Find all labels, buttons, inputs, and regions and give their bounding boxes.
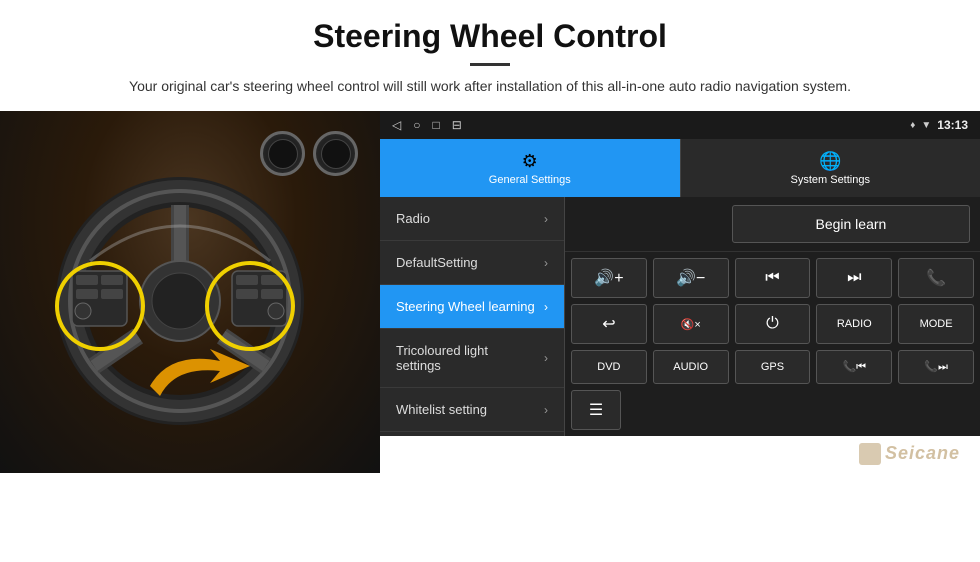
car-image-area bbox=[0, 111, 380, 473]
controls-row-4: ☰ bbox=[565, 390, 980, 436]
menu-item-radio[interactable]: Radio › bbox=[380, 197, 564, 241]
menu-item-tricoloured[interactable]: Tricoloured lightsettings › bbox=[380, 329, 564, 388]
power-button[interactable]: ⏻ bbox=[735, 304, 811, 344]
status-time: 13:13 bbox=[937, 118, 968, 132]
gauge-left bbox=[260, 131, 305, 176]
chevron-icon-tricoloured: › bbox=[544, 351, 548, 365]
menu-label-default: DefaultSetting bbox=[396, 255, 544, 270]
tab-general-label: General Settings bbox=[489, 174, 571, 186]
chevron-icon-default: › bbox=[544, 256, 548, 270]
tab-system-label: System Settings bbox=[791, 174, 870, 186]
hang-up-button[interactable]: ↩ bbox=[571, 304, 647, 344]
header-divider bbox=[470, 63, 510, 66]
call-prev-icon: 📞⏮ bbox=[842, 360, 866, 374]
chevron-icon-steering: › bbox=[544, 300, 548, 314]
controls-grid: 🔊+ 🔊− ⏮ ⏭ 📞 bbox=[565, 252, 980, 390]
recents-icon[interactable]: □ bbox=[432, 118, 439, 132]
highlight-circle-left bbox=[55, 261, 145, 351]
status-bar: ◁ ○ □ ⊟ ♦ ▼ 13:13 bbox=[380, 111, 980, 139]
begin-learn-button[interactable]: Begin learn bbox=[732, 205, 970, 243]
android-ui: ◁ ○ □ ⊟ ♦ ▼ 13:13 ⚙ General Settings bbox=[380, 111, 980, 436]
left-menu: Radio › DefaultSetting › Steering Wheel … bbox=[380, 197, 565, 436]
main-content: ◁ ○ □ ⊟ ♦ ▼ 13:13 ⚙ General Settings bbox=[0, 111, 980, 473]
audio-label: AUDIO bbox=[673, 361, 708, 373]
menu-label-tricoloured: Tricoloured lightsettings bbox=[396, 343, 544, 373]
menu-label-steering: Steering Wheel learning bbox=[396, 299, 544, 314]
steering-wheel-container bbox=[30, 171, 330, 441]
next-icon: ⏭ bbox=[847, 269, 861, 287]
screenshot-icon[interactable]: ⊟ bbox=[452, 118, 462, 132]
hang-up-icon: ↩ bbox=[602, 314, 615, 334]
next-button[interactable]: ⏭ bbox=[816, 258, 892, 298]
tab-system-settings[interactable]: 🌐 System Settings bbox=[680, 139, 980, 197]
call-icon: 📞 bbox=[926, 268, 946, 288]
controls-row-1: 🔊+ 🔊− ⏮ ⏭ 📞 bbox=[571, 258, 974, 298]
location-icon: ♦ bbox=[910, 120, 915, 131]
settings-gear-icon: ⚙ bbox=[522, 151, 538, 172]
prev-button[interactable]: ⏮ bbox=[735, 258, 811, 298]
chevron-icon-radio: › bbox=[544, 212, 548, 226]
radio-button[interactable]: RADIO bbox=[816, 304, 892, 344]
menu-label-radio: Radio bbox=[396, 211, 544, 226]
menu-item-whitelist[interactable]: Whitelist setting › bbox=[380, 388, 564, 432]
call-prev-button[interactable]: 📞⏮ bbox=[816, 350, 892, 384]
mute-icon: 🔇× bbox=[681, 318, 701, 331]
menu-item-default-setting[interactable]: DefaultSetting › bbox=[380, 241, 564, 285]
menu-label-whitelist: Whitelist setting bbox=[396, 402, 544, 417]
controls-row-2: ↩ 🔇× ⏻ RADIO MO bbox=[571, 304, 974, 344]
controls-row-3: DVD AUDIO GPS 📞⏮ bbox=[571, 350, 974, 384]
menu-item-steering-wheel[interactable]: Steering Wheel learning › bbox=[380, 285, 564, 329]
gauge-inner-right bbox=[321, 139, 351, 169]
status-bar-right: ♦ ▼ 13:13 bbox=[910, 118, 968, 132]
tab-general-settings[interactable]: ⚙ General Settings bbox=[380, 139, 680, 197]
android-ui-wrapper: ◁ ○ □ ⊟ ♦ ▼ 13:13 ⚙ General Settings bbox=[380, 111, 980, 473]
dvd-button[interactable]: DVD bbox=[571, 350, 647, 384]
radio-label: RADIO bbox=[837, 318, 872, 330]
vol-down-icon: 🔊− bbox=[676, 268, 705, 288]
menu-list-icon: ☰ bbox=[589, 400, 603, 420]
call-next-button[interactable]: 📞⏭ bbox=[898, 350, 974, 384]
prev-icon: ⏮ bbox=[765, 269, 779, 287]
right-controls: Begin learn 🔊+ 🔊− bbox=[565, 197, 980, 436]
gps-button[interactable]: GPS bbox=[735, 350, 811, 384]
main-panel: Radio › DefaultSetting › Steering Wheel … bbox=[380, 197, 980, 436]
mute-button[interactable]: 🔇× bbox=[653, 304, 729, 344]
audio-button[interactable]: AUDIO bbox=[653, 350, 729, 384]
wifi-icon: ▼ bbox=[921, 120, 931, 131]
power-icon: ⏻ bbox=[766, 315, 779, 333]
vol-up-icon: 🔊+ bbox=[594, 268, 623, 288]
chevron-icon-whitelist: › bbox=[544, 403, 548, 417]
mode-label: MODE bbox=[920, 318, 953, 330]
home-icon[interactable]: ○ bbox=[413, 118, 420, 132]
call-next-icon: 📞⏭ bbox=[924, 360, 948, 374]
back-icon[interactable]: ◁ bbox=[392, 118, 401, 132]
vol-down-button[interactable]: 🔊− bbox=[653, 258, 729, 298]
header-description: Your original car's steering wheel contr… bbox=[20, 76, 960, 97]
watermark-icon bbox=[859, 443, 881, 465]
menu-icon-button[interactable]: ☰ bbox=[571, 390, 621, 430]
vol-up-button[interactable]: 🔊+ bbox=[571, 258, 647, 298]
mode-button[interactable]: MODE bbox=[898, 304, 974, 344]
gauge-right bbox=[313, 131, 358, 176]
page-header: Steering Wheel Control Your original car… bbox=[0, 0, 980, 107]
arrow-overlay bbox=[140, 331, 260, 411]
gauge-inner-left bbox=[268, 139, 298, 169]
status-bar-left: ◁ ○ □ ⊟ bbox=[392, 118, 462, 132]
begin-learn-row: Begin learn bbox=[565, 197, 980, 252]
call-button[interactable]: 📞 bbox=[898, 258, 974, 298]
watermark: Seicane bbox=[859, 443, 960, 465]
top-tabs: ⚙ General Settings 🌐 System Settings bbox=[380, 139, 980, 197]
system-settings-icon: 🌐 bbox=[819, 151, 841, 172]
dvd-label: DVD bbox=[597, 361, 620, 373]
page-title: Steering Wheel Control bbox=[20, 18, 960, 55]
gps-label: GPS bbox=[761, 361, 784, 373]
